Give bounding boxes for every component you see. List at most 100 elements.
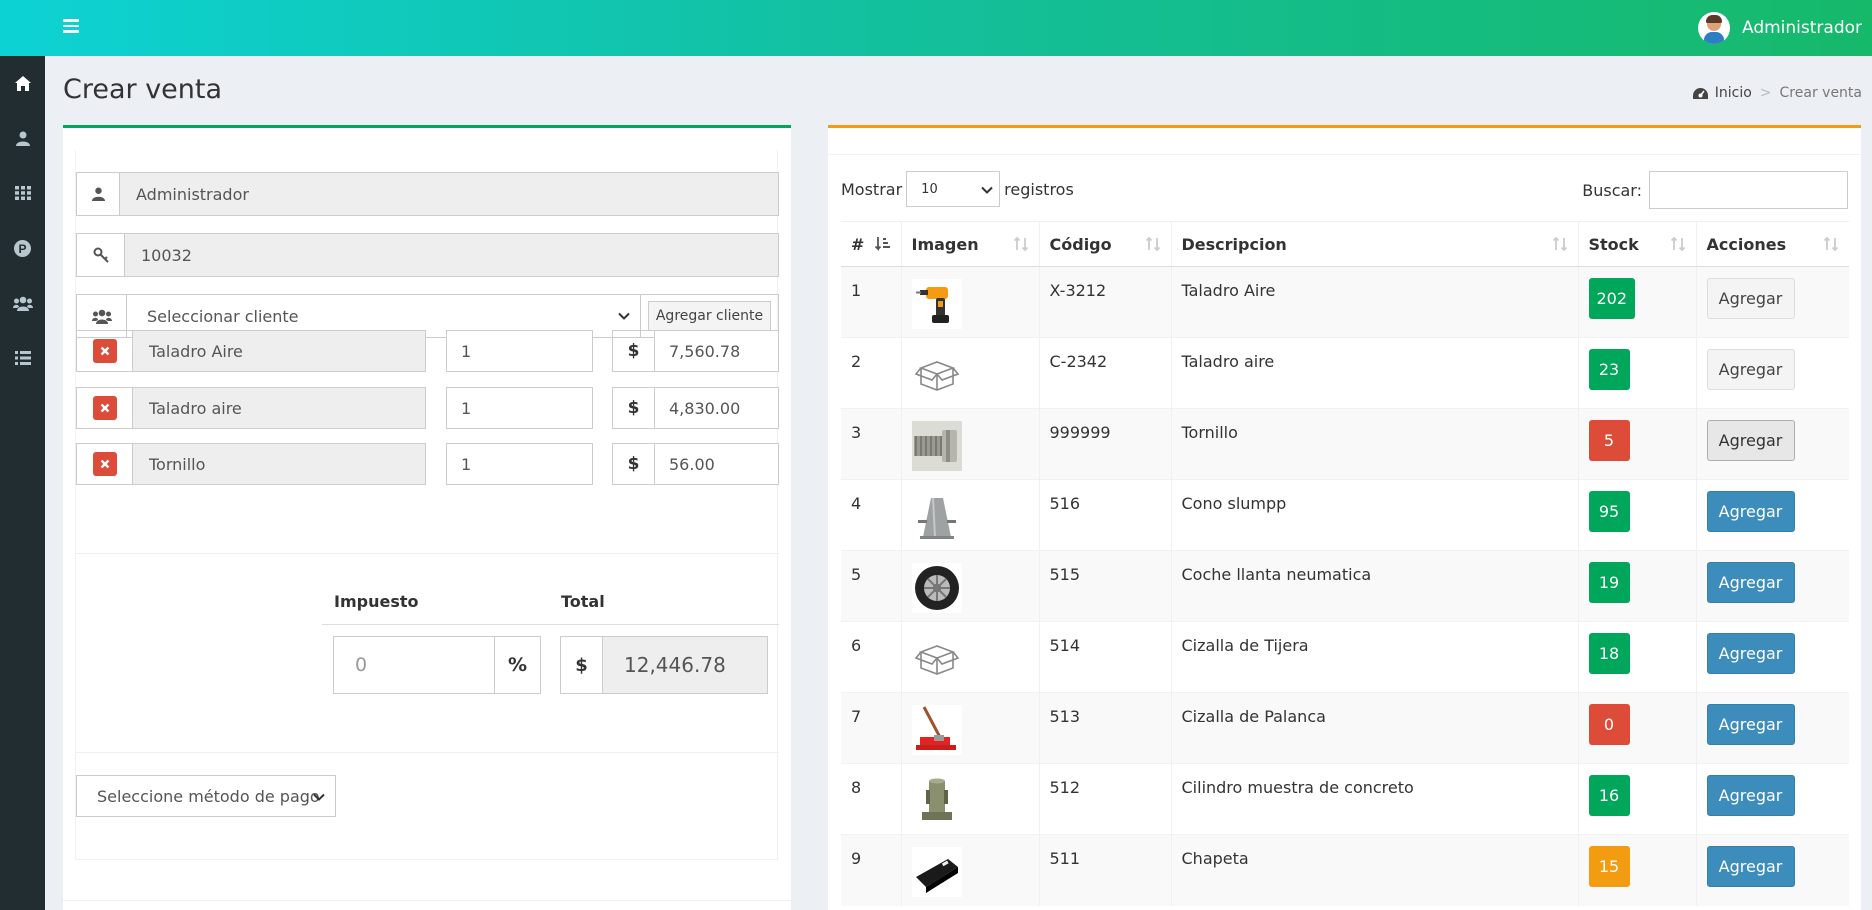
sale-product-price-group: $ 56.00	[612, 443, 779, 485]
close-icon	[100, 459, 109, 469]
user-name: Administrador	[1741, 18, 1862, 38]
column-header-image[interactable]: Imagen	[900, 221, 1039, 267]
add-product-button[interactable]: Agregar	[1706, 349, 1795, 390]
remove-product-wrapper	[76, 443, 133, 485]
add-product-button[interactable]: Agregar	[1706, 278, 1795, 319]
column-header-description[interactable]: Descripcion	[1170, 221, 1578, 267]
totals-header-divider	[322, 624, 779, 625]
grid-icon[interactable]	[0, 173, 45, 213]
sale-form-box: Administrador 10032 Seleccionar cliente …	[63, 125, 791, 910]
stock-badge: 95	[1588, 491, 1630, 532]
stock-badge: 19	[1588, 562, 1630, 603]
column-header-actions[interactable]: Acciones	[1695, 221, 1849, 267]
row-number: 6	[841, 621, 901, 693]
row-number: 2	[841, 337, 901, 409]
product-actions-cell: Agregar	[1695, 408, 1849, 480]
sale-product-price-group: $ 7,560.78	[612, 330, 779, 372]
add-product-button[interactable]: Agregar	[1706, 633, 1795, 674]
price-currency: $	[612, 443, 655, 485]
price-currency: $	[612, 330, 655, 372]
sale-product-row: Taladro Aire	[76, 330, 426, 372]
stock-badge: 0	[1588, 704, 1630, 745]
payment-method-select[interactable]: Seleccione método de pago	[76, 775, 336, 817]
records-label: registros	[1004, 179, 1074, 199]
add-product-button[interactable]: Agregar	[1706, 775, 1795, 816]
product-image	[900, 408, 1039, 480]
home-icon[interactable]	[0, 63, 45, 103]
sale-code-field: 10032	[125, 233, 779, 277]
top-header: Administrador	[0, 0, 1872, 56]
key-icon	[76, 233, 125, 277]
sale-product-price[interactable]: 56.00	[655, 443, 779, 485]
column-header-number[interactable]: #	[841, 221, 901, 267]
table-row: 5 515 Coche llanta neumatica 19 Agregar	[841, 550, 1849, 622]
payment-method-value: Seleccione método de pago	[97, 786, 320, 806]
add-product-button[interactable]: Agregar	[1706, 420, 1795, 461]
menu-toggle-icon[interactable]	[58, 13, 84, 39]
table-row: 6 514 Cizalla de Tijera 18 Agregar	[841, 621, 1849, 693]
add-product-button[interactable]: Agregar	[1706, 491, 1795, 532]
sale-product-description: Taladro Aire	[133, 330, 426, 372]
product-code: X-3212	[1038, 266, 1171, 338]
column-header-code[interactable]: Código	[1038, 221, 1171, 267]
percent-symbol: %	[495, 636, 541, 694]
sale-product-description: Taladro aire	[133, 387, 426, 429]
product-stock-cell: 0	[1577, 692, 1696, 764]
sort-icon	[1013, 236, 1028, 252]
add-client-button[interactable]: Agregar cliente	[647, 301, 772, 331]
seller-group: Administrador	[76, 172, 779, 216]
row-number: 3	[841, 408, 901, 480]
users-icon[interactable]	[0, 283, 45, 323]
remove-product-button[interactable]	[92, 339, 117, 363]
search-label: Buscar:	[1582, 180, 1642, 200]
sale-product-price[interactable]: 7,560.78	[655, 330, 779, 372]
product-image	[900, 621, 1039, 693]
product-description: Cizalla de Tijera	[1170, 621, 1578, 693]
show-label: Mostrar	[841, 179, 903, 199]
sale-product-quantity[interactable]: 1	[446, 330, 593, 372]
stock-badge: 5	[1588, 420, 1630, 461]
product-actions-cell: Agregar	[1695, 763, 1849, 835]
tax-group: 0 %	[333, 636, 541, 694]
close-icon	[100, 403, 109, 413]
row-number: 5	[841, 550, 901, 622]
user-icon[interactable]	[0, 118, 45, 158]
total-field: 12,446.78	[603, 636, 768, 694]
remove-product-button[interactable]	[92, 396, 117, 420]
product-p-icon[interactable]: P	[0, 228, 45, 268]
breadcrumb-home-link[interactable]: Inicio	[1715, 85, 1752, 101]
stock-badge: 16	[1588, 775, 1630, 816]
product-code: 512	[1038, 763, 1171, 835]
sidebar: P	[0, 56, 45, 910]
product-code: 511	[1038, 834, 1171, 906]
table-row: 9 511 Chapeta 15 Agregar	[841, 834, 1849, 906]
remove-product-button[interactable]	[92, 452, 117, 476]
table-header-row: # Imagen Código Descripcion Stock Accion…	[841, 221, 1849, 267]
sale-product-row: Taladro aire	[76, 387, 426, 429]
chevron-down-icon	[313, 793, 325, 801]
product-description: Cilindro muestra de concreto	[1170, 763, 1578, 835]
add-product-button[interactable]: Agregar	[1706, 846, 1795, 887]
stock-badge: 18	[1588, 633, 1630, 674]
client-select-value: Seleccionar cliente	[147, 306, 299, 326]
add-product-button[interactable]: Agregar	[1706, 704, 1795, 745]
product-description: Taladro Aire	[1170, 266, 1578, 338]
sale-product-quantity[interactable]: 1	[446, 443, 593, 485]
add-product-button[interactable]: Agregar	[1706, 562, 1795, 603]
column-header-stock[interactable]: Stock	[1577, 221, 1696, 267]
product-stock-cell: 18	[1577, 621, 1696, 693]
table-row: 2 C-2342 Taladro aire 23 Agregar	[841, 337, 1849, 409]
page-length-control: Mostrar 10 registros	[841, 171, 1074, 207]
search-input[interactable]	[1649, 171, 1848, 209]
list-icon[interactable]	[0, 338, 45, 378]
user-icon	[76, 172, 120, 216]
table-search: Buscar:	[1582, 171, 1848, 209]
product-actions-cell: Agregar	[1695, 621, 1849, 693]
table-row: 7 513 Cizalla de Palanca 0 Agregar	[841, 692, 1849, 764]
sale-product-quantity[interactable]: 1	[446, 387, 593, 429]
sale-product-price[interactable]: 4,830.00	[655, 387, 779, 429]
page-length-select[interactable]: 10	[906, 171, 1001, 207]
user-menu[interactable]: Administrador	[1697, 8, 1862, 48]
tax-input[interactable]: 0	[333, 636, 495, 694]
box-header-line	[828, 154, 1861, 155]
